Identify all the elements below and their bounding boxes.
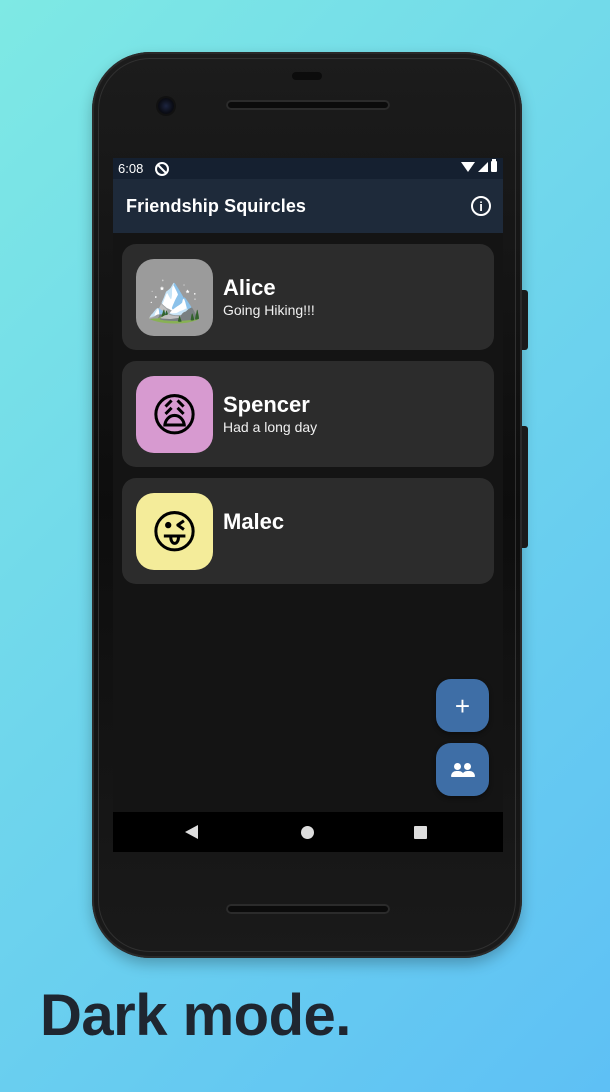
status-bar: 6:08 bbox=[113, 158, 503, 179]
status-icons bbox=[461, 159, 497, 172]
bottom-speaker bbox=[226, 904, 390, 914]
phone-screen: 6:08 Friendship Squircles i 🏔️ Alice Goi… bbox=[113, 158, 503, 852]
friend-status: Had a long day bbox=[223, 419, 318, 435]
navigation-bar bbox=[113, 812, 503, 852]
friend-card-malec[interactable]: 😜 Malec bbox=[122, 478, 494, 584]
notification-icon bbox=[155, 162, 169, 176]
recents-icon[interactable] bbox=[414, 826, 427, 839]
back-icon[interactable] bbox=[185, 825, 198, 839]
add-friend-button[interactable]: + bbox=[436, 679, 489, 732]
friend-name: Alice bbox=[223, 275, 276, 300]
front-camera bbox=[158, 98, 174, 114]
caption-headline: Dark mode. bbox=[40, 983, 351, 1048]
plus-icon: + bbox=[454, 690, 471, 721]
wifi-icon bbox=[461, 161, 475, 172]
friend-name: Malec bbox=[223, 509, 285, 534]
signal-icon bbox=[478, 161, 488, 172]
groups-button[interactable] bbox=[436, 743, 489, 796]
avatar-spencer: 😩 bbox=[136, 376, 213, 453]
sensor bbox=[292, 72, 322, 80]
home-icon[interactable] bbox=[301, 826, 314, 839]
info-icon[interactable]: i bbox=[471, 196, 491, 216]
friend-list: 🏔️ Alice Going Hiking!!! 😩 Spencer Had a… bbox=[122, 244, 494, 595]
top-speaker bbox=[226, 100, 390, 110]
friend-name: Spencer bbox=[223, 392, 310, 417]
app-title: Friendship Squircles bbox=[126, 196, 307, 216]
friend-card-spencer[interactable]: 😩 Spencer Had a long day bbox=[122, 361, 494, 467]
avatar-malec: 😜 bbox=[136, 493, 213, 570]
app-bar: Friendship Squircles i bbox=[113, 179, 503, 233]
friend-card-alice[interactable]: 🏔️ Alice Going Hiking!!! bbox=[122, 244, 494, 350]
volume-button bbox=[522, 426, 528, 548]
people-icon bbox=[450, 762, 475, 777]
friend-status: Going Hiking!!! bbox=[223, 302, 315, 318]
avatar-alice: 🏔️ bbox=[136, 259, 213, 336]
power-button bbox=[522, 290, 528, 350]
status-time: 6:08 bbox=[118, 161, 144, 176]
battery-icon bbox=[491, 159, 497, 172]
